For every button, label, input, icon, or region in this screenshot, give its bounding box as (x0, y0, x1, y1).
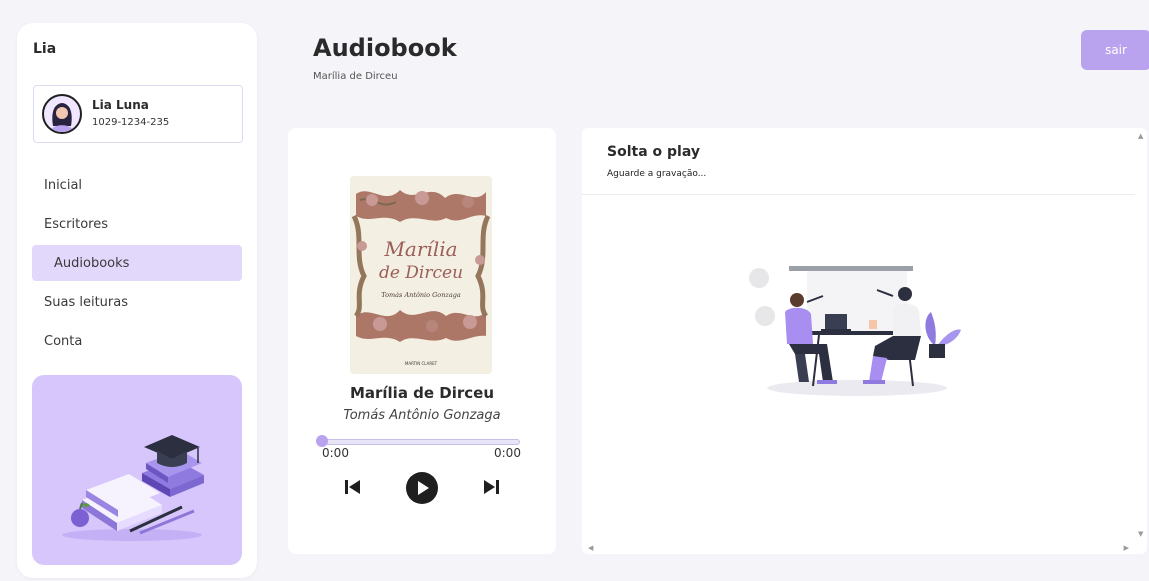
books-illustration (32, 375, 242, 565)
skip-next-icon[interactable] (482, 477, 500, 501)
sidebar-item-label: Escritores (44, 216, 108, 232)
sidebar-item-suas-leituras[interactable]: Suas leituras (32, 284, 242, 320)
podcast-illustration (737, 256, 967, 410)
book-author: Tomás Antônio Gonzaga (343, 408, 501, 423)
progress-bar[interactable] (322, 439, 520, 445)
sidebar: Lia Lia Luna 1029-1234-235 Inicial Escri… (17, 23, 257, 578)
scroll-up-icon[interactable]: ▲ (1138, 132, 1143, 140)
sidebar-item-escritores[interactable]: Escritores (32, 206, 242, 242)
sidebar-item-audiobooks[interactable]: Audiobooks (32, 245, 242, 281)
sidebar-item-label: Audiobooks (54, 255, 130, 271)
play-icon[interactable] (406, 472, 438, 508)
sidebar-item-label: Inicial (44, 177, 83, 193)
vertical-scrollbar[interactable]: ▲ ▼ (1135, 128, 1147, 554)
logout-button[interactable]: sair (1081, 30, 1149, 70)
sidebar-item-inicial[interactable]: Inicial (32, 167, 242, 203)
cover-art-title-line1: Marília (383, 237, 457, 261)
recording-panel: Solta o play Aguarde a gravação... ▲ ▼ ◀… (582, 128, 1147, 554)
current-time: 0:00 (322, 446, 349, 460)
scroll-right-icon[interactable]: ▶ (1124, 544, 1129, 552)
publisher-mark: MARTIN CLARET (405, 361, 438, 366)
divider (582, 194, 1135, 195)
recording-status: Aguarde a gravação... (607, 169, 707, 179)
book-title: Marília de Dirceu (349, 384, 495, 402)
horizontal-scrollbar[interactable]: ◀ ▶ (582, 542, 1135, 554)
cover-art-title-line2: de Dirceu (379, 263, 463, 283)
scroll-left-icon[interactable]: ◀ (588, 544, 593, 552)
user-profile-card[interactable]: Lia Luna 1029-1234-235 (33, 85, 243, 143)
page-subtitle: Marília de Dirceu (313, 71, 398, 82)
panel-title: Solta o play (607, 144, 700, 160)
avatar (42, 94, 82, 134)
sidebar-nav: Inicial Escritores Audiobooks Suas leitu… (32, 167, 242, 362)
book-cover: Marília de Dirceu Tomás Antônio Gonzaga … (350, 176, 492, 374)
cover-art-author: Tomás Antônio Gonzaga (381, 291, 461, 299)
user-name: Lia Luna (92, 98, 149, 112)
brand-logo: Lia (33, 41, 57, 57)
skip-previous-icon[interactable] (344, 477, 362, 501)
user-id: 1029-1234-235 (92, 117, 170, 128)
scroll-down-icon[interactable]: ▼ (1138, 530, 1143, 538)
sidebar-item-label: Suas leituras (44, 294, 129, 310)
audio-player-card: Marília de Dirceu Tomás Antônio Gonzaga … (288, 128, 556, 554)
total-time: 0:00 (494, 446, 521, 460)
sidebar-item-conta[interactable]: Conta (32, 323, 242, 359)
sidebar-item-label: Conta (44, 333, 83, 349)
page-title: Audiobook (313, 34, 457, 62)
